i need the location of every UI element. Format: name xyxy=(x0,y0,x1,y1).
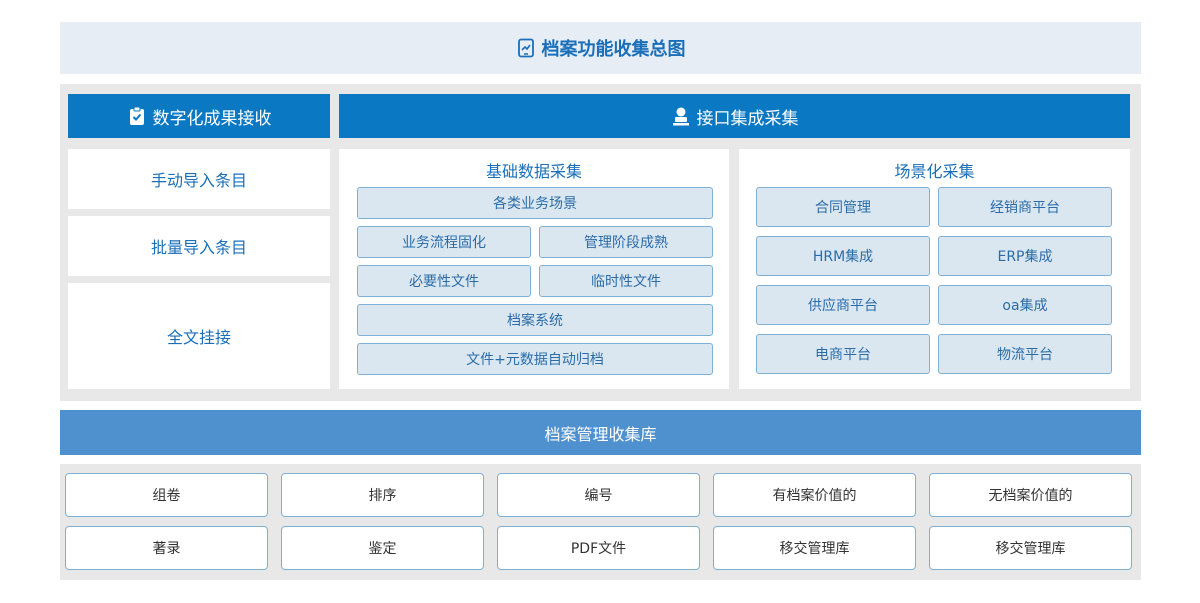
diagram-title-bar: 档案功能收集总图 xyxy=(60,22,1141,74)
basic-item-auto-archive: 文件+元数据自动归档 xyxy=(357,343,713,375)
basic-item-temporary-files: 临时性文件 xyxy=(539,265,713,297)
left-item-fulltext-attach: 全文挂接 xyxy=(68,283,330,389)
left-item-batch-import: 批量导入条目 xyxy=(68,216,330,276)
archive-library-bar: 档案管理收集库 xyxy=(60,410,1141,455)
basic-item-necessary-files: 必要性文件 xyxy=(357,265,531,297)
tablet-chart-icon xyxy=(516,38,536,58)
user-stamp-icon xyxy=(671,106,691,126)
digital-results-header-label: 数字化成果接收 xyxy=(152,108,272,129)
library-item-number: 编号 xyxy=(497,473,700,517)
library-item-sort: 排序 xyxy=(281,473,484,517)
basic-item-archive-system: 档案系统 xyxy=(357,304,713,336)
scene-item-logistics: 物流平台 xyxy=(938,334,1112,374)
library-item-not-valuable: 无档案价值的 xyxy=(929,473,1132,517)
interface-integration-header: 接口集成采集 xyxy=(339,94,1130,138)
library-item-appraisal: 鉴定 xyxy=(281,526,484,570)
clipboard-check-icon xyxy=(127,106,147,126)
basic-data-box: 基础数据采集 各类业务场景 业务流程固化 管理阶段成熟 必要性文件 临时性文件 … xyxy=(339,149,729,389)
library-item-transfer-2: 移交管理库 xyxy=(929,526,1132,570)
basic-item-business-scenes: 各类业务场景 xyxy=(357,187,713,219)
basic-data-title: 基础数据采集 xyxy=(485,162,582,181)
library-item-valuable: 有档案价值的 xyxy=(713,473,916,517)
library-item-pdf: PDF文件 xyxy=(497,526,700,570)
scene-item-supplier-platform: 供应商平台 xyxy=(756,285,930,325)
scene-item-oa: oa集成 xyxy=(938,285,1112,325)
library-item-transfer-1: 移交管理库 xyxy=(713,526,916,570)
interface-integration-header-label: 接口集成采集 xyxy=(696,108,799,129)
digital-results-list: 手动导入条目 批量导入条目 全文挂接 xyxy=(68,149,330,389)
basic-item-stage-mature: 管理阶段成熟 xyxy=(539,226,713,258)
scene-item-ecommerce: 电商平台 xyxy=(756,334,930,374)
left-item-manual-import: 手动导入条目 xyxy=(68,149,330,209)
scene-item-erp: ERP集成 xyxy=(938,236,1112,276)
library-item-catalog: 著录 xyxy=(65,526,268,570)
diagram-title: 档案功能收集总图 xyxy=(541,39,686,60)
basic-item-process-fixed: 业务流程固化 xyxy=(357,226,531,258)
scene-collection-box: 场景化采集 合同管理 经销商平台 HRM集成 ERP集成 供应商平台 oa集成 … xyxy=(739,149,1130,389)
scene-item-hrm: HRM集成 xyxy=(756,236,930,276)
library-panel: 组卷 排序 编号 有档案价值的 无档案价值的 著录 鉴定 PDF文件 移交管理库… xyxy=(60,464,1141,580)
library-item-volume: 组卷 xyxy=(65,473,268,517)
digital-results-header: 数字化成果接收 xyxy=(68,94,330,138)
scene-item-dealer-platform: 经销商平台 xyxy=(938,187,1112,227)
scene-item-contract: 合同管理 xyxy=(756,187,930,227)
collection-panel: 数字化成果接收 接口集成采集 手动导入条目 批量导入条目 全文挂接 基础数据采集… xyxy=(60,84,1141,401)
scene-collection-title: 场景化采集 xyxy=(894,162,975,181)
